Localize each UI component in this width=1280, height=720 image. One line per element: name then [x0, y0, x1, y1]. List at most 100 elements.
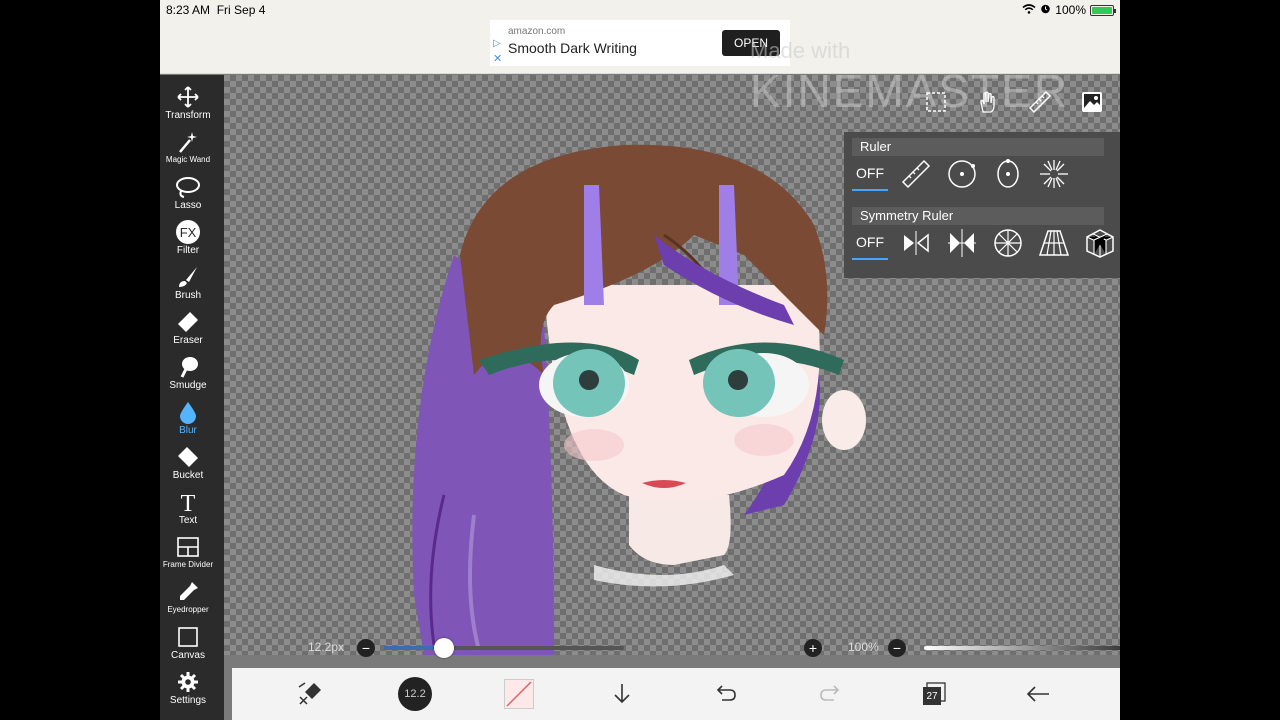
straight-ruler-icon[interactable] — [898, 157, 934, 191]
tool-label: Settings — [169, 695, 207, 706]
tool-label: Transform — [165, 110, 211, 121]
redo-icon[interactable] — [814, 678, 846, 710]
tool-label: Lasso — [174, 200, 202, 211]
brush-size-minus-button[interactable]: − — [357, 639, 375, 657]
tool-magic-wand[interactable]: Magic Wand — [160, 128, 216, 172]
kaleido-symmetry-icon[interactable] — [944, 226, 980, 260]
image-layer-icon[interactable] — [1078, 88, 1106, 116]
ad-domain: amazon.com — [508, 26, 566, 37]
fx-icon: FX — [174, 218, 202, 246]
ad-close-icon[interactable]: ✕ — [493, 52, 502, 65]
battery-fill — [1092, 6, 1112, 14]
tool-label: Magic Wand — [165, 155, 211, 164]
ellipse-ruler-icon[interactable] — [990, 157, 1026, 191]
wifi-icon — [1022, 3, 1036, 17]
brush-icon — [174, 263, 202, 291]
svg-text:T: T — [181, 491, 196, 514]
ruler-options: OFF — [852, 156, 1072, 192]
opacity-track[interactable] — [924, 646, 1120, 650]
droplet-icon — [174, 398, 202, 426]
tool-label: Text — [178, 515, 198, 526]
text-icon: T — [174, 488, 202, 516]
ad-play-icon[interactable]: ▷ — [493, 38, 501, 49]
canvas-top-toolbar — [922, 88, 1106, 118]
tool-eyedropper[interactable]: Eyedropper — [160, 578, 216, 622]
tool-label: Eraser — [173, 335, 203, 346]
hand-icon[interactable] — [974, 88, 1002, 116]
frame-divider-icon — [174, 533, 202, 561]
tool-eraser[interactable]: Eraser — [160, 308, 216, 352]
tool-label: Smudge — [169, 380, 207, 391]
radial-ruler-icon[interactable] — [1036, 157, 1072, 191]
tool-smudge[interactable]: Smudge — [160, 353, 216, 397]
rotational-symmetry-icon[interactable] — [990, 226, 1026, 260]
color-swatch[interactable] — [504, 679, 534, 709]
lasso-icon — [174, 173, 202, 201]
tool-label: Eyedropper — [167, 605, 209, 614]
brush-size-track[interactable] — [384, 646, 624, 650]
brush-size-plus-button[interactable]: + — [804, 639, 822, 657]
tool-label: Filter — [176, 245, 200, 256]
bucket-icon — [174, 443, 202, 471]
circle-ruler-icon[interactable] — [944, 157, 980, 191]
bottom-toolbar: 12.2 27 — [232, 668, 1120, 720]
left-toolbar: Transform Magic Wand Lasso FX Filter Bru… — [160, 75, 224, 720]
battery-icon — [1090, 4, 1116, 16]
status-right: 100% — [1022, 3, 1116, 17]
status-time: 8:23 AM Fri Sep 4 — [166, 3, 265, 17]
canvas-icon — [174, 623, 202, 651]
svg-text:FX: FX — [180, 225, 197, 240]
opacity-label: 100% — [848, 640, 879, 654]
selection-icon[interactable] — [922, 88, 950, 116]
smudge-icon — [174, 353, 202, 381]
undo-icon[interactable] — [710, 678, 742, 710]
tool-text[interactable]: T Text — [160, 488, 216, 532]
magic-wand-icon — [174, 128, 202, 156]
tool-label: Canvas — [171, 650, 205, 661]
tool-label: Bucket — [172, 470, 204, 481]
symmetry-off-button[interactable]: OFF — [852, 226, 888, 260]
download-icon[interactable] — [606, 678, 638, 710]
tool-lasso[interactable]: Lasso — [160, 173, 216, 217]
tool-transform[interactable]: Transform — [160, 83, 216, 127]
brush-eraser-toggle-icon[interactable] — [294, 678, 326, 710]
brush-size-badge[interactable]: 12.2 — [398, 677, 432, 711]
tool-label: Brush — [174, 290, 202, 301]
layers-button[interactable]: 27 — [918, 678, 950, 710]
layer-count: 27 — [926, 690, 938, 702]
app-window: 8:23 AM Fri Sep 4 100% ▷ ✕ amazon.com Sm… — [160, 0, 1120, 720]
eraser-icon — [174, 308, 202, 336]
ruler-header: Ruler — [852, 138, 1104, 156]
ad-title: Smooth Dark Writing — [508, 40, 637, 56]
battery-text: 100% — [1055, 3, 1086, 17]
back-arrow-icon[interactable] — [1022, 678, 1054, 710]
mirror-symmetry-icon[interactable] — [898, 226, 934, 260]
status-bar: 8:23 AM Fri Sep 4 100% — [160, 0, 1120, 20]
gear-icon — [174, 668, 202, 696]
tool-frame-divider[interactable]: Frame Divider — [160, 533, 216, 577]
opacity-minus-button[interactable]: − — [888, 639, 906, 657]
tool-blur[interactable]: Blur — [160, 398, 216, 442]
move-icon — [174, 83, 202, 111]
date-text: Fri Sep 4 — [216, 3, 266, 17]
ruler-off-button[interactable]: OFF — [852, 157, 888, 191]
perspective-grid-icon[interactable] — [1036, 226, 1072, 260]
tool-filter[interactable]: FX Filter — [160, 218, 216, 262]
tool-label: Frame Divider — [162, 560, 214, 569]
tool-bucket[interactable]: Bucket — [160, 443, 216, 487]
3d-grid-icon[interactable] — [1082, 226, 1118, 260]
brush-size-label: 12.2px — [308, 640, 345, 654]
slider-row: 12.2px − + 100% − + — [224, 636, 1120, 660]
eyedropper-icon — [174, 578, 202, 606]
symmetry-header: Symmetry Ruler — [852, 207, 1104, 225]
tool-brush[interactable]: Brush — [160, 263, 216, 307]
alarm-icon — [1040, 3, 1051, 17]
ruler-icon[interactable] — [1026, 88, 1054, 116]
time-text: 8:23 AM — [166, 3, 211, 17]
tool-canvas[interactable]: Canvas — [160, 623, 216, 667]
tool-settings[interactable]: Settings — [160, 668, 216, 712]
ad-banner[interactable]: ▷ ✕ amazon.com Smooth Dark Writing OPEN — [490, 20, 790, 66]
tool-label: Blur — [179, 425, 197, 436]
ruler-panel: Ruler OFF Symmetry Ruler OFF — [844, 132, 1120, 278]
brush-size-knob[interactable] — [434, 638, 454, 658]
